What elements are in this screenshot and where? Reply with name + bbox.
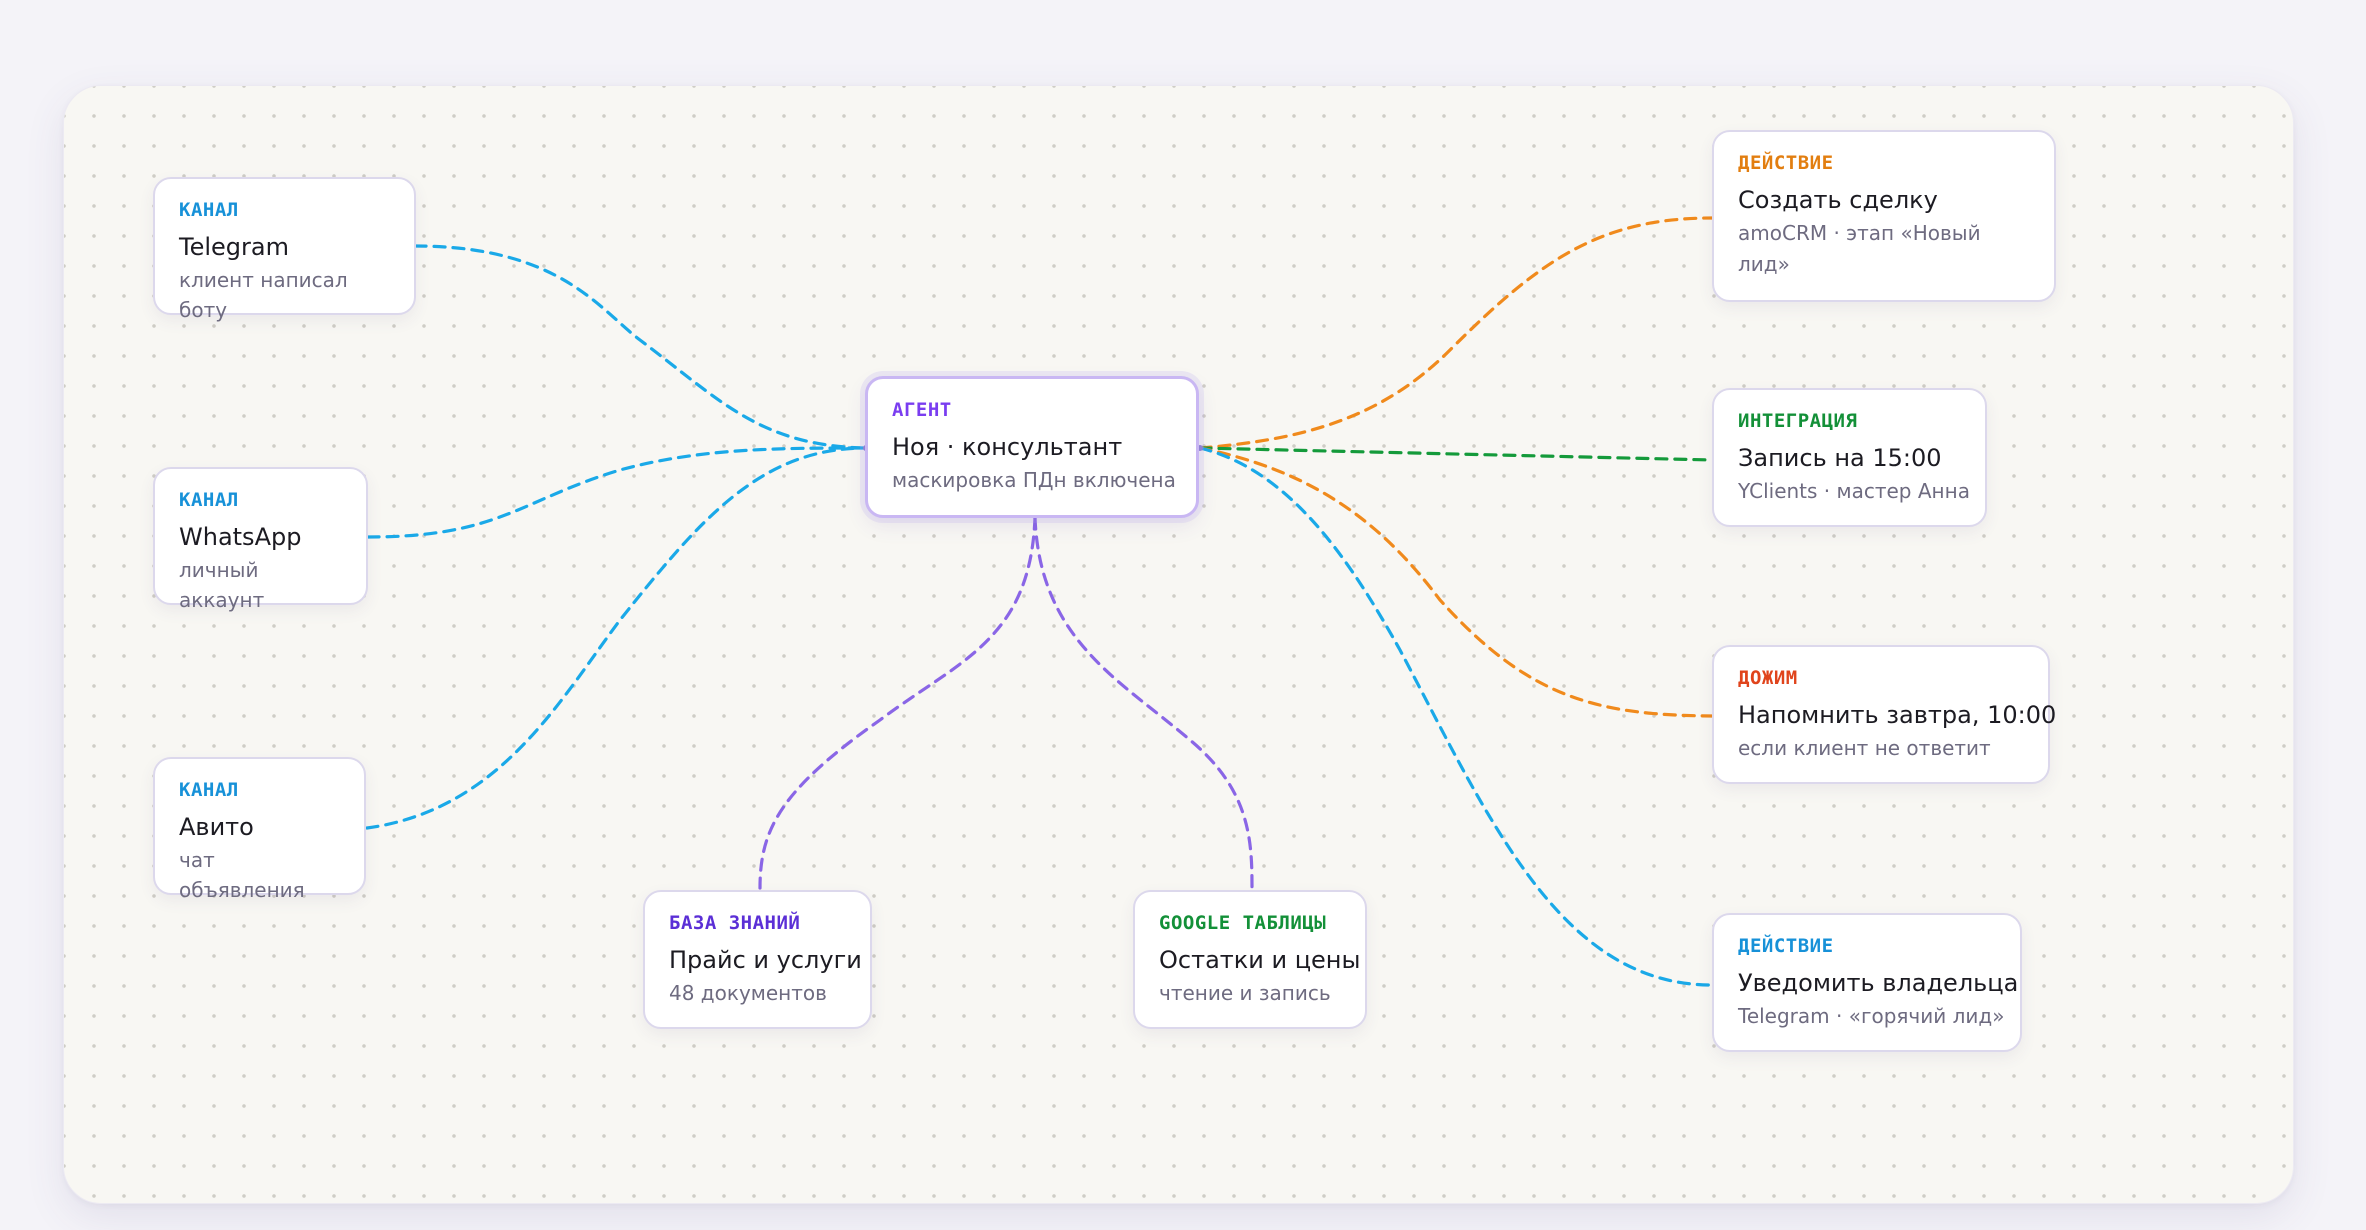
node-kind: ДЕЙСТВИЕ [1738, 935, 1834, 957]
node-kind: КАНАЛ [179, 489, 239, 511]
node-subtitle: чат объявления [179, 848, 305, 902]
node-title: Остатки и цены [1159, 946, 1361, 974]
node-followup[interactable]: ДОЖИМ Напомнить завтра, 10:00 если клиен… [1712, 645, 2057, 784]
node-avito[interactable]: КАНАЛ Авито чат объявления [153, 757, 366, 902]
node-knowledge-base[interactable]: БАЗА ЗНАНИЙ Прайс и услуги 48 документов [643, 890, 872, 1029]
node-agent[interactable]: АГЕНТ Ноя · консультант маскировка ПДн в… [865, 376, 1199, 518]
node-booking[interactable]: ИНТЕГРАЦИЯ Запись на 15:00 YClients · ма… [1712, 388, 1987, 527]
node-title: Создать сделку [1738, 186, 1938, 214]
node-title: Telegram [179, 233, 289, 261]
node-subtitle: YClients · мастер Анна [1738, 479, 1970, 503]
node-whatsapp[interactable]: КАНАЛ WhatsApp личный аккаунт [153, 467, 368, 612]
node-subtitle: если клиент не ответит [1738, 736, 1991, 760]
node-kind: КАНАЛ [179, 779, 239, 801]
node-subtitle: 48 документов [669, 981, 827, 1005]
node-kind: GOOGLE ТАБЛИЦЫ [1159, 912, 1327, 934]
node-notify-owner[interactable]: ДЕЙСТВИЕ Уведомить владельца Telegram · … [1712, 913, 2022, 1052]
node-google-sheets[interactable]: GOOGLE ТАБЛИЦЫ Остатки и цены чтение и з… [1133, 890, 1367, 1029]
node-subtitle: личный аккаунт [179, 558, 265, 612]
node-title: Прайс и услуги [669, 946, 862, 974]
node-title: Напомнить завтра, 10:00 [1738, 701, 2057, 729]
node-subtitle: Telegram · «горячий лид» [1738, 1004, 2005, 1028]
node-kind: КАНАЛ [179, 199, 239, 221]
node-title: Уведомить владельца [1738, 969, 2019, 997]
node-title: Ноя · консультант [892, 433, 1123, 461]
node-subtitle: маскировка ПДн включена [892, 468, 1176, 492]
node-create-deal[interactable]: ДЕЙСТВИЕ Создать сделку amoCRM · этап «Н… [1712, 130, 2056, 302]
node-kind: ДЕЙСТВИЕ [1738, 152, 1834, 174]
node-kind: ИНТЕГРАЦИЯ [1738, 410, 1858, 432]
node-kind: ДОЖИМ [1738, 667, 1798, 689]
node-subtitle: amoCRM · этап «Новый лид» [1738, 221, 1981, 276]
node-title: Авито [179, 813, 254, 841]
node-kind: БАЗА ЗНАНИЙ [669, 912, 801, 934]
node-subtitle: клиент написал боту [179, 268, 348, 322]
node-telegram[interactable]: КАНАЛ Telegram клиент написал боту [153, 177, 416, 322]
node-title: Запись на 15:00 [1738, 444, 1942, 472]
node-kind: АГЕНТ [892, 399, 952, 421]
node-subtitle: чтение и запись [1159, 981, 1331, 1005]
node-title: WhatsApp [179, 523, 302, 551]
